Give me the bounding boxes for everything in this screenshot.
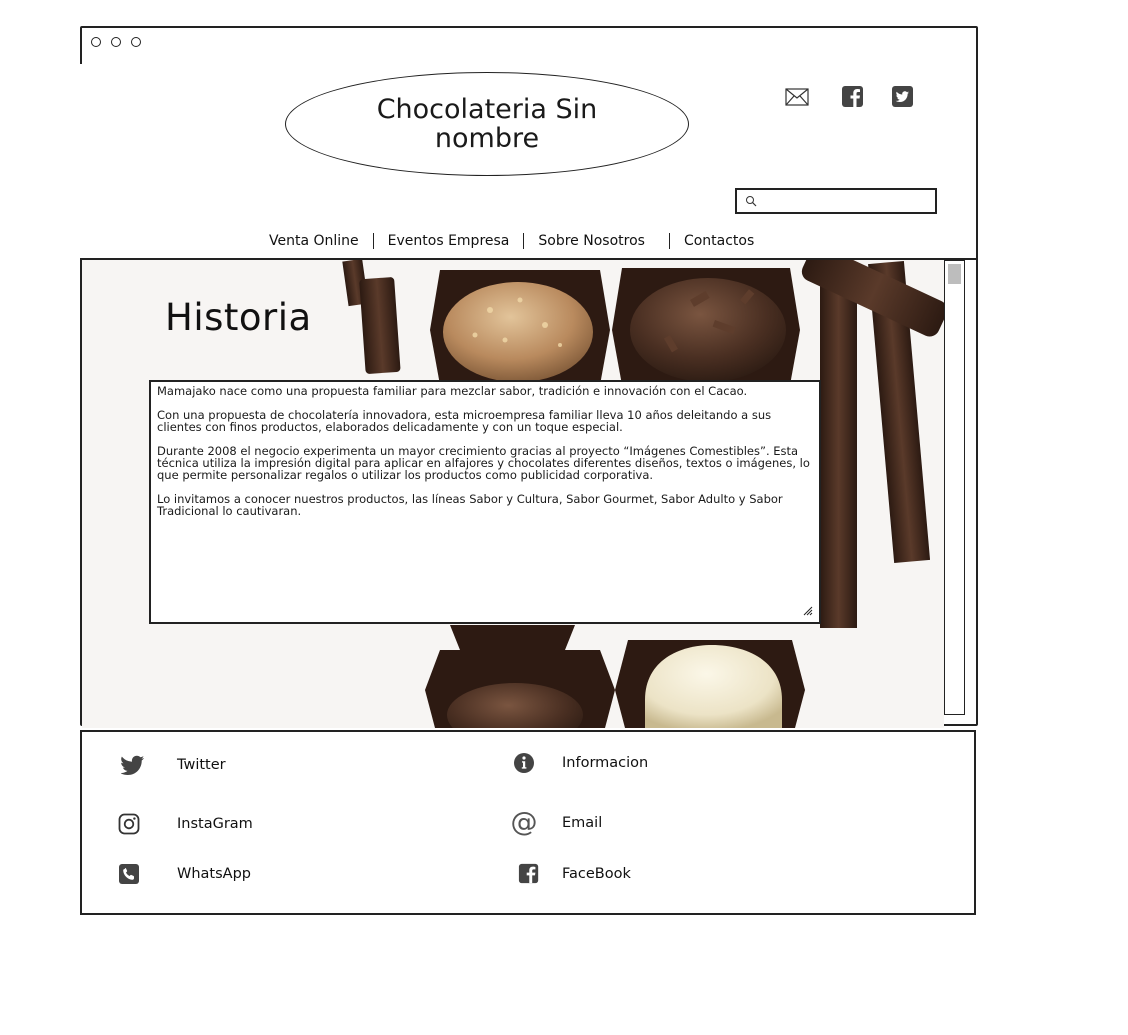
brand-logo[interactable]: Chocolateria Sin nombre <box>285 72 689 176</box>
info-icon <box>511 750 537 776</box>
scrollbar-thumb[interactable] <box>948 264 961 284</box>
history-textarea[interactable]: Mamajako nace como una propuesta familia… <box>149 380 821 624</box>
footer-link-facebook[interactable]: FaceBook <box>516 861 631 887</box>
footer-link-label: Informacion <box>562 755 649 771</box>
footer-link-instagram[interactable]: InstaGram <box>116 811 253 837</box>
footer-link-whatsapp[interactable]: WhatsApp <box>116 861 251 887</box>
history-paragraph: Lo invitamos a conocer nuestros producto… <box>157 492 783 518</box>
nav-item-contactos[interactable]: Contactos <box>670 233 768 249</box>
window-maximize-button[interactable] <box>131 37 141 47</box>
footer-link-label: InstaGram <box>177 816 253 832</box>
history-paragraph: Durante 2008 el negocio experimenta un m… <box>157 444 810 482</box>
page-title: Historia <box>165 296 312 339</box>
footer-link-email[interactable]: @ Email <box>510 807 603 838</box>
resize-handle-icon[interactable] <box>803 606 813 616</box>
twitter-icon <box>120 752 146 778</box>
window-minimize-button[interactable] <box>111 37 121 47</box>
history-paragraph: Mamajako nace como una propuesta familia… <box>157 384 748 398</box>
footer-link-informacion[interactable]: Informacion <box>511 750 648 776</box>
at-icon: @ <box>510 807 538 838</box>
search-input[interactable] <box>761 192 935 212</box>
vertical-scrollbar[interactable] <box>944 260 965 715</box>
facebook-icon[interactable] <box>841 86 865 108</box>
main-nav: Venta Online Eventos Empresa Sobre Nosot… <box>255 230 768 252</box>
history-paragraph: Con una propuesta de chocolatería innova… <box>157 408 772 434</box>
mail-icon[interactable] <box>785 86 809 108</box>
instagram-icon <box>116 811 142 837</box>
brand-name: Chocolateria Sin nombre <box>376 94 598 154</box>
twitter-icon[interactable] <box>891 86 915 108</box>
search-icon <box>746 196 757 207</box>
nav-item-sobre-nosotros[interactable]: Sobre Nosotros <box>524 233 669 249</box>
nav-item-venta-online[interactable]: Venta Online <box>255 233 373 249</box>
footer-link-label: WhatsApp <box>177 866 251 882</box>
window-close-button[interactable] <box>91 37 101 47</box>
footer-link-twitter[interactable]: Twitter <box>120 752 226 778</box>
facebook-icon <box>516 861 542 887</box>
footer-link-label: Email <box>562 815 603 831</box>
search-box[interactable] <box>735 188 937 214</box>
footer-link-label: FaceBook <box>562 866 631 882</box>
phone-icon <box>116 861 142 887</box>
site-footer: Twitter InstaGram WhatsApp Informacion @… <box>80 730 976 915</box>
nav-item-eventos-empresa[interactable]: Eventos Empresa <box>374 233 524 249</box>
footer-link-label: Twitter <box>177 757 226 773</box>
